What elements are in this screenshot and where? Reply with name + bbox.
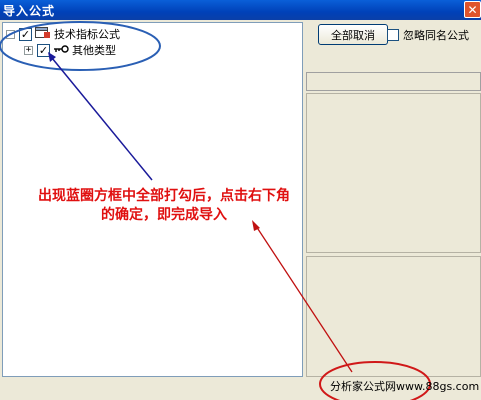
watermark-text: 分析家公式网www.88gs.com	[330, 380, 480, 393]
ignore-same-name-option[interactable]: 忽略同名公式	[387, 27, 469, 43]
folder-icon	[35, 26, 51, 43]
tree-node-label: 其他类型	[72, 44, 116, 57]
close-icon: ✕	[467, 2, 478, 17]
tree-node-other-types[interactable]: + ✓ 其他类型	[24, 42, 116, 58]
title-bar: 导入公式 ✕	[0, 0, 481, 20]
ignore-same-name-checkbox[interactable]	[387, 29, 399, 41]
window-title: 导入公式	[3, 4, 56, 18]
tree-node-technical-indicators[interactable]: - ✓ 技术指标公式	[6, 26, 120, 42]
deselect-all-button[interactable]: 全部取消	[318, 24, 388, 45]
key-icon	[53, 43, 69, 57]
annotation-text: 出现蓝圈方框中全部打勾后，点击右下角的确定，即完成导入	[38, 188, 290, 223]
expand-toggle[interactable]: +	[24, 45, 33, 55]
tree-node-label: 技术指标公式	[54, 28, 120, 41]
formula-name-field[interactable]	[306, 72, 481, 91]
formula-description-box	[306, 93, 481, 253]
formula-detail-box	[306, 256, 481, 377]
tree-node-checkbox[interactable]: ✓	[37, 43, 50, 57]
right-toolbar: 全部取消 忽略同名公式	[305, 22, 481, 72]
close-button[interactable]: ✕	[464, 1, 481, 18]
tree-node-checkbox[interactable]: ✓	[19, 27, 32, 41]
collapse-toggle[interactable]: -	[6, 29, 15, 39]
ignore-same-name-label: 忽略同名公式	[403, 29, 469, 42]
